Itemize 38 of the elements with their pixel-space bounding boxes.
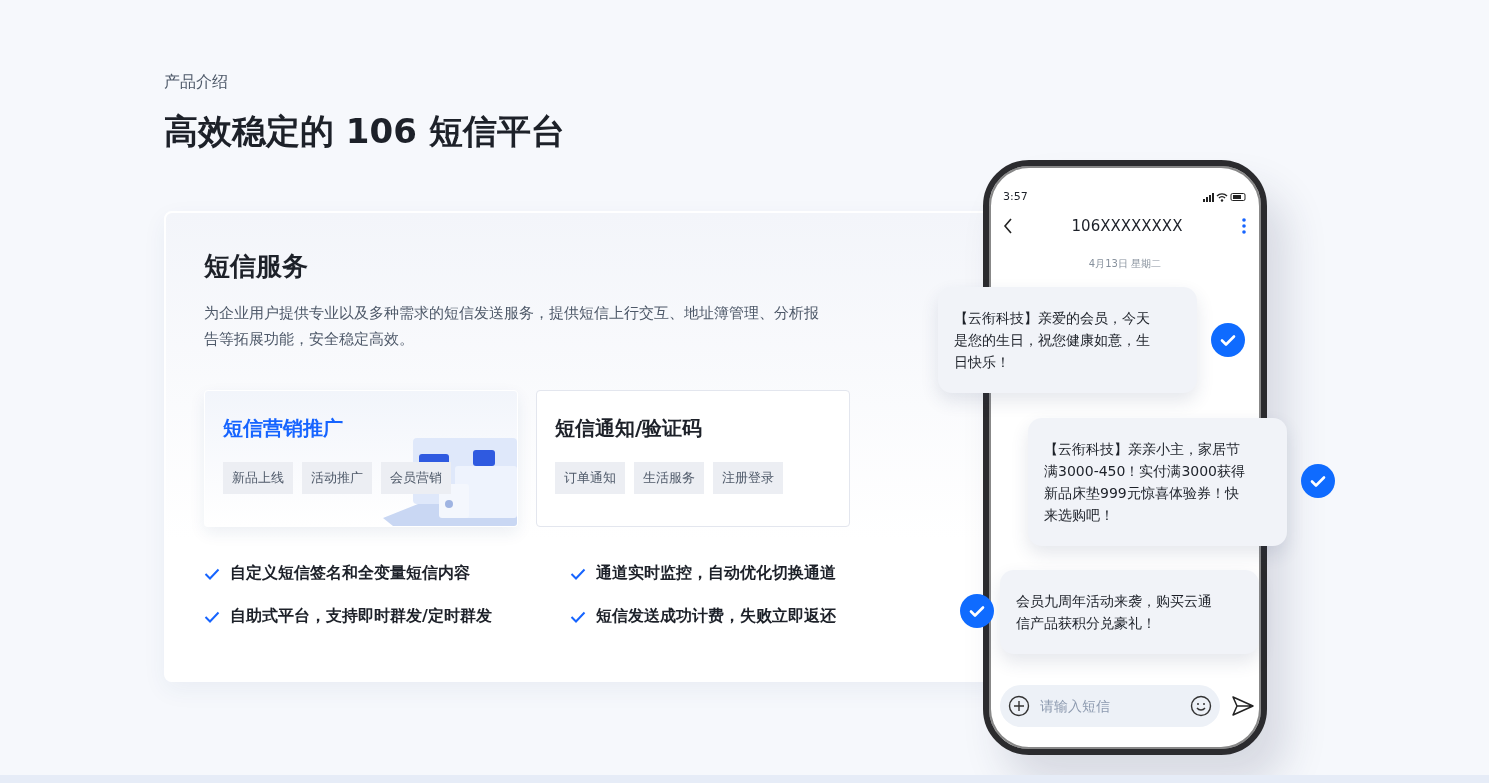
message-bubble: 【云衔科技】亲爱的会员，今天是您的生日，祝您健康如意，生日快乐！ <box>938 287 1197 393</box>
message-bubble: 会员九周年活动来袭，购买云通信产品获积分兑豪礼！ <box>1000 570 1259 654</box>
status-time: 3:57 <box>1003 190 1028 203</box>
message-field[interactable]: 请输入短信 <box>1000 685 1220 727</box>
emoji-icon[interactable] <box>1190 695 1212 717</box>
message-bubble: 【云衔科技】亲亲小主，家居节满3000-450！实付满3000获得新品床垫999元惊喜体验券！快来选购吧！ <box>1028 418 1287 546</box>
feature-text: 短信发送成功计费，失败立即返还 <box>596 606 836 627</box>
tag: 生活服务 <box>634 462 704 494</box>
feature-text: 自定义短信签名和全变量短信内容 <box>230 563 470 584</box>
check-circle-icon <box>1301 464 1335 498</box>
check-icon <box>570 610 586 623</box>
contact-number: 106XXXXXXXX <box>1071 217 1183 235</box>
message-input[interactable]: 请输入短信 <box>1038 697 1182 715</box>
option-card[interactable]: 短信通知/验证码 订单通知 生活服务 注册登录 <box>536 390 850 527</box>
option-title: 短信通知/验证码 <box>555 415 704 442</box>
card-title: 短信服务 <box>204 250 309 283</box>
check-icon <box>570 567 586 580</box>
check-icon <box>204 567 220 580</box>
check-circle-icon <box>1211 323 1245 357</box>
more-icon[interactable] <box>1241 217 1247 235</box>
feature-text: 通道实时监控，自动优化切换通道 <box>596 563 836 584</box>
tag: 新品上线 <box>223 462 293 494</box>
tag: 会员营销 <box>381 462 451 494</box>
status-icons <box>1203 191 1247 202</box>
send-icon[interactable] <box>1232 696 1254 716</box>
option-title: 短信营销推广 <box>223 415 344 442</box>
option-card[interactable]: 短信营销推广 新品上线 活动推广 会员营销 <box>204 390 518 527</box>
tag: 订单通知 <box>555 462 625 494</box>
section-eyebrow: 产品介绍 <box>164 72 229 93</box>
check-icon <box>204 610 220 623</box>
back-icon[interactable] <box>1003 218 1013 234</box>
plus-circle-icon[interactable] <box>1008 695 1030 717</box>
feature-text: 自助式平台，支持即时群发/定时群发 <box>230 606 492 627</box>
page-title: 高效稳定的 106 短信平台 <box>164 110 566 153</box>
tag: 注册登录 <box>713 462 783 494</box>
tag: 活动推广 <box>302 462 372 494</box>
card-description: 为企业用户提供专业以及多种需求的短信发送服务，提供短信上行交互、地址簿管理、分析报告等拓展功能，安全稳定高效。 <box>204 303 820 350</box>
message-date: 4月13日 星期二 <box>1087 257 1163 271</box>
